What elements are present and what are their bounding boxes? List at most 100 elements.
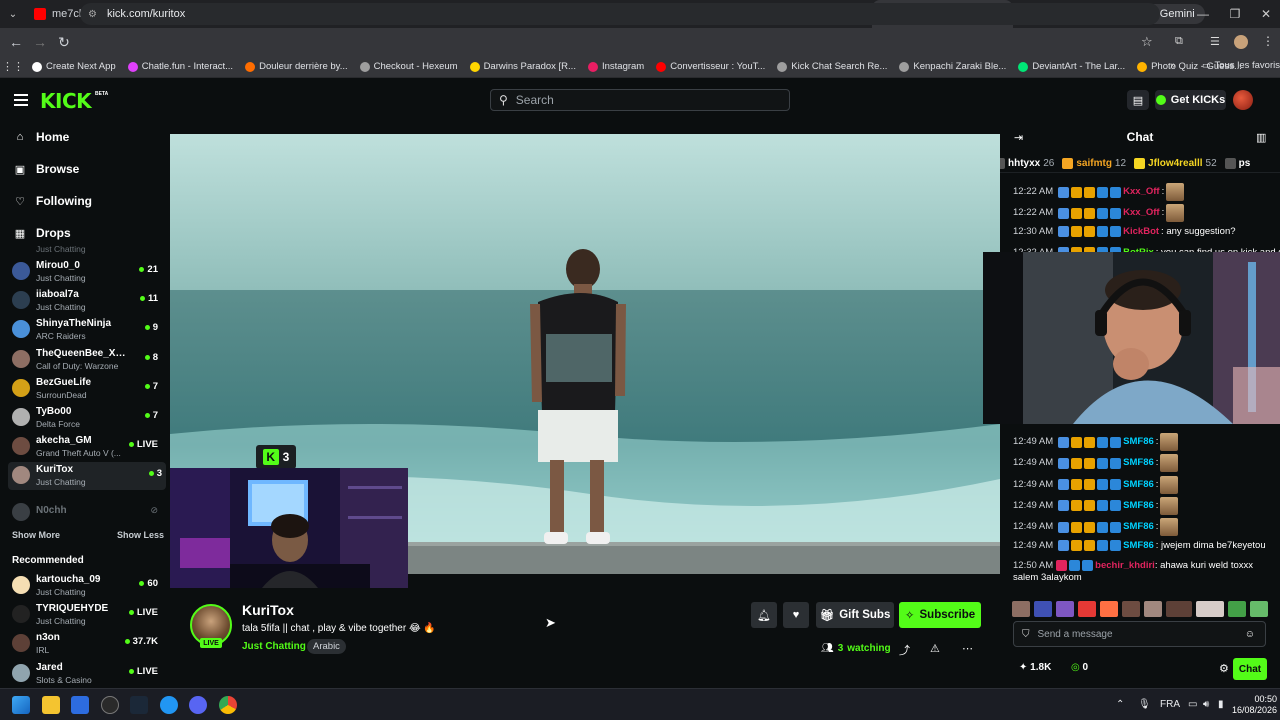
reload-icon[interactable]: ↻ xyxy=(52,34,76,51)
bookmark-item[interactable]: Instagram xyxy=(582,61,650,72)
file-explorer-icon[interactable] xyxy=(42,696,60,714)
bookmark-item[interactable]: Darwins Paradox [R... xyxy=(464,61,582,72)
chat-username[interactable]: SMF86 xyxy=(1123,479,1154,491)
leaderboard-entry[interactable]: ps xyxy=(1224,158,1254,169)
library-icon[interactable]: ▤ xyxy=(1127,90,1149,110)
profile-avatar[interactable] xyxy=(1234,35,1248,49)
language-indicator[interactable]: FRA xyxy=(1160,699,1180,710)
gift-subs-button[interactable]: 🎁︎ Gift Subs xyxy=(816,602,894,628)
language-tag[interactable]: Arabic xyxy=(307,639,346,654)
bookmark-item[interactable]: Convertisseur : YouT... xyxy=(650,61,771,72)
system-clock[interactable]: 00:50 16/08/2026 xyxy=(1232,694,1277,716)
hamburger-menu-icon[interactable] xyxy=(14,94,28,106)
chat-username[interactable]: SMF86 xyxy=(1123,521,1154,533)
bookmark-item[interactable]: DeviantArt - The Lar... xyxy=(1012,61,1131,72)
sidebar-channel[interactable]: kartoucha_09 Just Chatting 60 xyxy=(12,572,162,600)
chat-username[interactable]: bechir_khdiri xyxy=(1095,560,1155,571)
emote-icon[interactable] xyxy=(1166,601,1192,617)
emote-icon[interactable] xyxy=(1034,601,1052,617)
sidebar-channel[interactable]: BezGueLife SurrounDead 7 xyxy=(12,375,162,403)
app-icon[interactable] xyxy=(160,696,178,714)
site-info-icon[interactable]: ⚙ xyxy=(88,9,97,20)
close-window-icon[interactable]: ✕ xyxy=(1250,0,1280,28)
chrome-icon[interactable] xyxy=(219,696,237,714)
kick-logo[interactable]: KICK xyxy=(40,89,92,113)
get-kicks-button[interactable]: Get KICKs xyxy=(1155,90,1226,110)
steam-icon[interactable] xyxy=(130,696,148,714)
emote-icon[interactable] xyxy=(1144,601,1162,617)
forward-icon[interactable]: → xyxy=(28,34,52,50)
sidebar-channel[interactable]: KuriTox Just Chatting 3 xyxy=(8,462,166,491)
bookmark-star-icon[interactable]: ☆ xyxy=(1141,34,1153,50)
network-icon[interactable]: ▭ xyxy=(1188,699,1197,710)
leaderboard-entry[interactable]: Jflow4realll 52 xyxy=(1134,158,1217,169)
chat-username[interactable]: KickBot xyxy=(1123,226,1159,238)
all-favorites[interactable]: ▭ Tous les favoris xyxy=(1196,60,1280,71)
emoji-picker-icon[interactable]: ☺ xyxy=(1245,629,1255,640)
emote-icon[interactable] xyxy=(1228,601,1246,617)
show-less-link[interactable]: Show Less xyxy=(117,530,164,540)
tab-search-icon[interactable]: ⌄ xyxy=(0,9,26,20)
nav-drops[interactable]: ▦ Drops xyxy=(14,226,71,240)
leaderboard-entry[interactable]: hhtyxx 26 xyxy=(1000,158,1054,169)
emote-icon[interactable] xyxy=(1250,601,1268,617)
chat-username[interactable]: SMF86 xyxy=(1123,540,1154,552)
sidebar-channel[interactable]: TyBo00 Delta Force 7 xyxy=(12,404,162,432)
chat-username[interactable]: SMF86 xyxy=(1123,457,1154,469)
back-icon[interactable]: ← xyxy=(4,34,28,50)
sidebar-channel[interactable]: iiaboal7a Just Chatting 11 xyxy=(12,287,162,315)
sidebar-channel[interactable]: ShinyaTheNinja ARC Raiders 9 xyxy=(12,316,162,344)
apps-grid-icon[interactable]: ⋮⋮ xyxy=(0,60,26,73)
nav-following[interactable]: ♡ Following xyxy=(14,194,92,208)
volume-icon[interactable]: 🔊︎ xyxy=(1203,699,1209,710)
microphone-icon[interactable]: 🎙︎ xyxy=(1138,699,1151,710)
browser-menu-icon[interactable]: ⋮ xyxy=(1262,34,1274,48)
share-icon[interactable]: ⤴ xyxy=(899,642,910,658)
sidebar-channel[interactable]: TheQueenBee_XOXO Call of Duty: Warzone 8 xyxy=(12,346,162,374)
leaderboard-entry[interactable]: saifmtg 12 xyxy=(1062,158,1126,169)
user-avatar[interactable] xyxy=(1233,90,1253,110)
emote-icon[interactable] xyxy=(1012,601,1030,617)
app-icon[interactable] xyxy=(101,696,119,714)
send-chat-button[interactable]: Chat xyxy=(1233,658,1267,680)
chat-username[interactable]: Kxx_Off xyxy=(1123,207,1159,219)
bookmark-item[interactable]: Chatle.fun - Interact... xyxy=(122,61,239,72)
bookmark-item[interactable]: Kick Chat Search Re... xyxy=(771,61,893,72)
discord-icon[interactable] xyxy=(189,696,207,714)
search-input[interactable]: ⚲ Search xyxy=(490,89,790,111)
chat-username[interactable]: SMF86 xyxy=(1123,436,1154,448)
bookmark-item[interactable]: Douleur derrière by... xyxy=(239,61,354,72)
nav-home[interactable]: ⌂ Home xyxy=(14,130,70,144)
nav-browse[interactable]: ▣ Browse xyxy=(14,162,80,176)
sidebar-channel[interactable]: Jared Slots & Casino LIVE xyxy=(12,660,162,688)
kicks-balance[interactable]: ✦ 1.8K xyxy=(1019,662,1051,673)
extensions-icon[interactable]: ⧉ xyxy=(1175,35,1183,48)
windows-start-icon[interactable] xyxy=(12,696,30,714)
notification-bell-button[interactable]: 🔔︎ xyxy=(751,602,777,628)
streamer-name[interactable]: KuriTox xyxy=(242,602,294,618)
battery-icon[interactable]: ▮ xyxy=(1218,699,1224,710)
bookmark-item[interactable]: Create Next App xyxy=(26,61,122,72)
more-bookmarks-icon[interactable]: » xyxy=(1170,60,1176,71)
show-more-link[interactable]: Show More xyxy=(12,530,60,540)
sidebar-channel[interactable]: n3on IRL 37.7K xyxy=(12,630,162,658)
bookmark-item[interactable]: Checkout - Hexeum xyxy=(354,61,464,72)
emote-icon[interactable] xyxy=(1078,601,1096,617)
emote-icon[interactable] xyxy=(1056,601,1074,617)
emote-icon[interactable] xyxy=(1100,601,1118,617)
url-field[interactable]: ⚙ kick.com/kuritox xyxy=(80,3,1160,25)
bookmark-item[interactable]: Kenpachi Zaraki Ble... xyxy=(893,61,1012,72)
sidebar-channel[interactable]: Mirou0_0 Just Chatting 21 xyxy=(12,258,162,286)
subscribe-button[interactable]: ✧ Subscribe xyxy=(899,602,981,628)
reading-list-icon[interactable]: ☰ xyxy=(1210,35,1220,48)
offline-channel[interactable]: N0chh ⊘ xyxy=(12,499,162,527)
sidebar-channel[interactable]: TYRIQUEHYDE Just Chatting LIVE xyxy=(12,601,162,629)
emote-icon[interactable] xyxy=(1122,601,1140,617)
follow-heart-button[interactable]: ♥ xyxy=(783,602,809,628)
emote-icon[interactable] xyxy=(1196,601,1224,617)
stream-category-link[interactable]: Just Chatting xyxy=(242,641,306,652)
chat-message-input[interactable]: ⛉ Send a message ☺ xyxy=(1013,621,1266,647)
chat-username[interactable]: Kxx_Off xyxy=(1123,186,1159,198)
report-icon[interactable]: ⚠︎ xyxy=(930,642,940,655)
maximize-icon[interactable]: ❐ xyxy=(1219,0,1251,28)
